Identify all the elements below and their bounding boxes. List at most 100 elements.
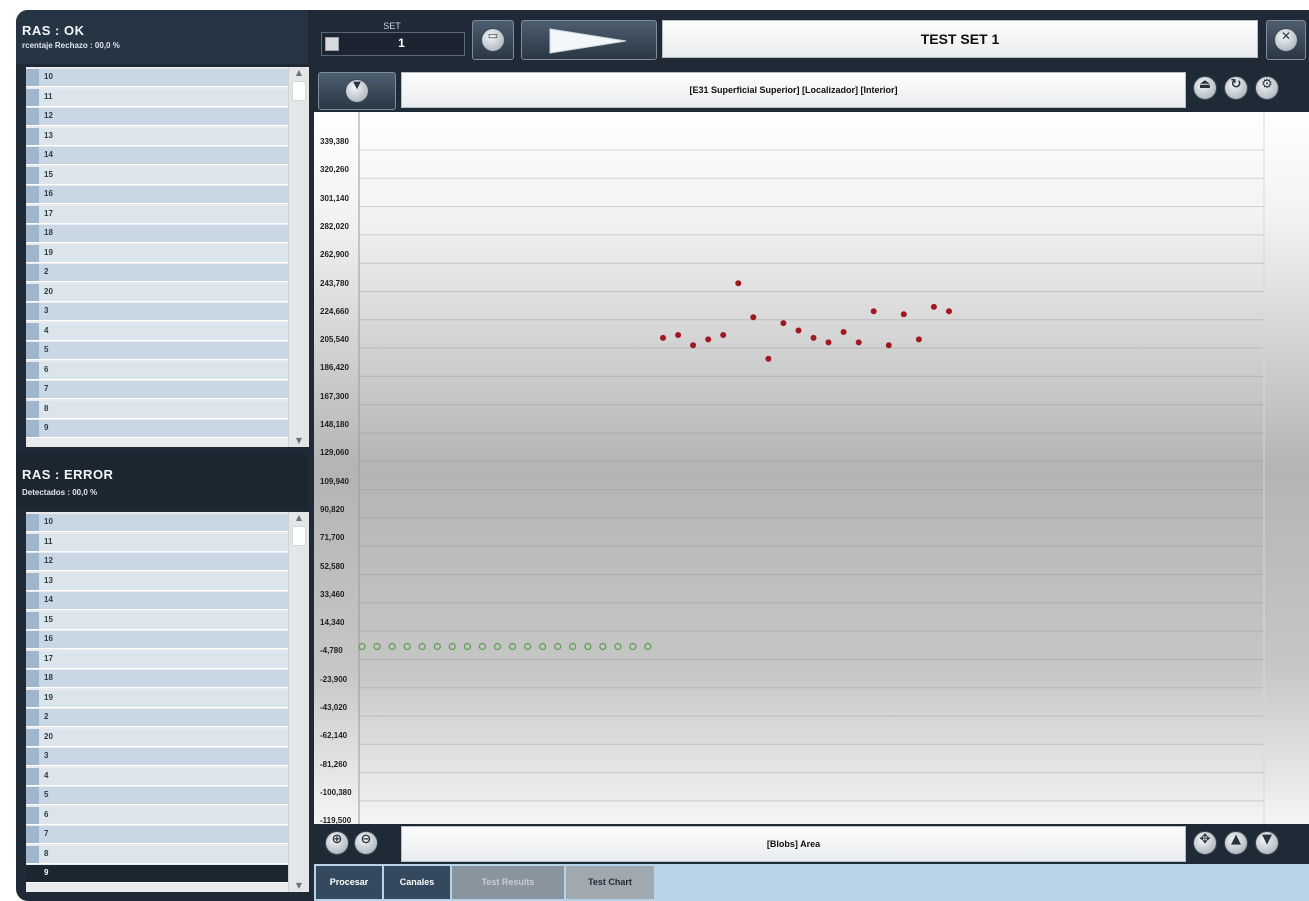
list-item[interactable]: 2	[26, 709, 288, 727]
close-button[interactable]: ✕	[1266, 20, 1306, 60]
list-item-label: 10	[44, 72, 53, 81]
list-item[interactable]: 10	[26, 69, 288, 87]
scroll-down-icon[interactable]: ▼	[289, 435, 309, 447]
list-item[interactable]: 5	[26, 787, 288, 805]
ok-list-scrollbar[interactable]: ▲ ▼	[288, 67, 309, 447]
open-folder-button[interactable]: ▭	[472, 20, 514, 60]
list-item-label: 12	[44, 556, 53, 565]
list-item[interactable]: 18	[26, 225, 288, 243]
list-item-marker	[26, 767, 39, 785]
list-item[interactable]: 5	[26, 342, 288, 360]
list-item[interactable]: 4	[26, 322, 288, 341]
refresh-icon[interactable]: ↻	[1224, 76, 1248, 100]
list-item[interactable]: 13	[26, 127, 288, 146]
list-item[interactable]: 12	[26, 553, 288, 571]
list-item[interactable]: 6	[26, 806, 288, 825]
list-item[interactable]: 19	[26, 244, 288, 263]
arrow-up-icon[interactable]: ▲	[1224, 831, 1248, 855]
list-item[interactable]: 16	[26, 631, 288, 649]
ok-data-point	[569, 642, 577, 651]
eject-icon[interactable]: ⏏	[1193, 76, 1217, 100]
list-item[interactable]: 3	[26, 303, 288, 321]
scroll-up-icon[interactable]: ▲	[289, 512, 309, 524]
ok-data-point	[448, 642, 456, 651]
list-item[interactable]: 8	[26, 400, 288, 419]
list-item-label: 3	[44, 751, 49, 760]
list-item[interactable]: 9	[26, 420, 288, 438]
ok-data-point	[478, 642, 486, 651]
set-selector[interactable]: 1	[321, 32, 465, 56]
list-item[interactable]: 13	[26, 572, 288, 591]
list-item[interactable]: 17	[26, 650, 288, 669]
list-item[interactable]: 8	[26, 845, 288, 864]
tab-canales[interactable]: Canales	[384, 866, 450, 899]
list-item-marker	[26, 166, 39, 184]
list-item-label: 3	[44, 306, 49, 315]
error-list[interactable]: 9 8 7 6 5 4 3 20 2 19 18 17 16 15 14 13 12 11 10 ▲ ▼	[26, 512, 309, 892]
list-item-marker	[26, 264, 39, 281]
scroll-thumb[interactable]	[292, 81, 306, 101]
list-item[interactable]: 11	[26, 533, 288, 552]
list-item-marker	[26, 69, 39, 86]
error-data-point	[810, 334, 817, 341]
list-item-label: 12	[44, 111, 53, 120]
list-item[interactable]: 4	[26, 767, 288, 786]
gridlines	[359, 149, 1264, 802]
tab-test-chart[interactable]: Test Chart	[566, 866, 654, 899]
list-item[interactable]: 7	[26, 826, 288, 844]
set-label: SET	[383, 21, 401, 31]
list-item[interactable]: 20	[26, 283, 288, 302]
settings-icon[interactable]: ⚙	[1255, 76, 1279, 100]
zoom-out-icon[interactable]: ⊖	[354, 831, 378, 855]
scroll-up-icon[interactable]: ▲	[289, 67, 309, 79]
list-item[interactable]: 14	[26, 147, 288, 165]
tab-test-results: Test Results	[452, 866, 564, 899]
move-icon[interactable]: ✥	[1193, 831, 1217, 855]
list-item[interactable]: 11	[26, 88, 288, 107]
list-item-marker	[26, 709, 39, 726]
list-item-marker	[26, 108, 39, 125]
list-item[interactable]: 19	[26, 689, 288, 708]
ok-panel-header: RAS : OK rcentaje Rechazo : 00,0 %	[16, 10, 308, 64]
list-item-marker	[26, 514, 39, 531]
ok-list[interactable]: 9 8 7 6 5 4 3 20 2 19 18 17 16 15 14 13 12 11 10 ▲ ▼	[26, 67, 309, 447]
error-list-scrollbar[interactable]: ▲ ▼	[288, 512, 309, 892]
ok-panel-title: RAS : OK	[22, 23, 85, 38]
tab-procesar[interactable]: Procesar	[316, 866, 382, 899]
list-item[interactable]: 12	[26, 108, 288, 126]
list-item[interactable]: 15	[26, 611, 288, 630]
list-item[interactable]: 17	[26, 205, 288, 224]
scroll-thumb[interactable]	[292, 526, 306, 546]
series-dropdown-button[interactable]: ▼	[318, 72, 396, 110]
list-item[interactable]: 7	[26, 381, 288, 399]
list-item-marker	[26, 845, 39, 863]
list-item-marker	[26, 303, 39, 320]
list-item-marker	[26, 631, 39, 648]
chart-plot	[358, 112, 1265, 825]
ok-data-point	[599, 642, 607, 651]
list-item[interactable]: 10	[26, 514, 288, 532]
error-data-point	[765, 355, 772, 362]
list-item[interactable]: 18	[26, 670, 288, 688]
list-item[interactable]: 2	[26, 264, 288, 282]
error-data-point	[795, 327, 802, 334]
error-data-point	[720, 332, 727, 338]
list-item[interactable]: 6	[26, 361, 288, 380]
set-checkbox[interactable]	[325, 37, 339, 51]
scroll-down-icon[interactable]: ▼	[289, 880, 309, 892]
arrow-down-icon[interactable]: ▼	[1255, 831, 1279, 855]
error-data-point	[825, 339, 832, 346]
list-item[interactable]: 20	[26, 728, 288, 747]
play-button[interactable]	[521, 20, 657, 60]
list-item[interactable]: 16	[26, 186, 288, 204]
ok-data-point	[433, 642, 441, 651]
list-item[interactable]: 15	[26, 166, 288, 185]
list-item-label: 4	[44, 325, 49, 335]
error-panel-subtitle: Detectados : 00,0 %	[22, 488, 98, 497]
list-item-marker	[26, 283, 39, 301]
error-data-point	[900, 311, 907, 318]
zoom-in-icon[interactable]: ⊕	[325, 831, 349, 855]
list-item[interactable]: 3	[26, 748, 288, 766]
list-item[interactable]: 14	[26, 592, 288, 610]
list-item[interactable]: 9	[26, 865, 288, 883]
